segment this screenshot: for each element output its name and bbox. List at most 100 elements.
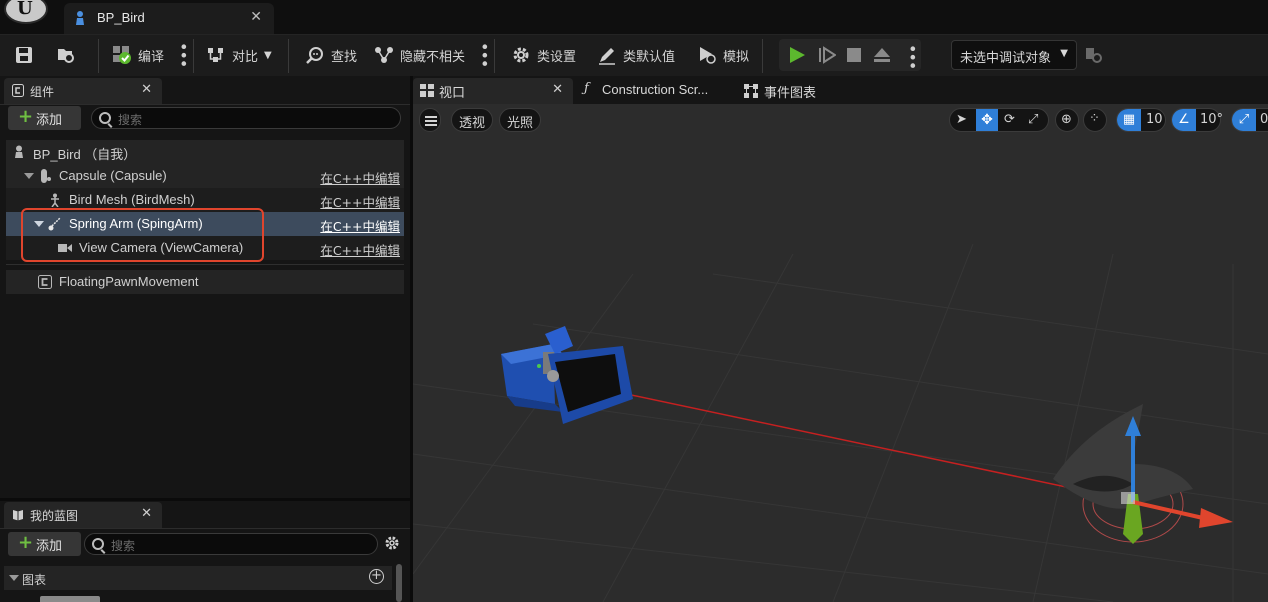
components-tab-label: 组件	[30, 85, 55, 99]
components-tab[interactable]: 组件 ✕	[4, 78, 162, 104]
my-blueprint-tab-label: 我的蓝图	[30, 509, 79, 523]
surface-snap-toggle[interactable]: ⁘	[1083, 108, 1107, 132]
hide-unrelated-button[interactable]: 隐藏不相关	[374, 35, 465, 75]
plus-icon: +	[18, 106, 34, 127]
blueprint-search-placeholder: 搜索	[111, 539, 136, 553]
close-tab-icon[interactable]: ✕	[552, 81, 563, 97]
camera-mesh-icon[interactable]	[493, 324, 643, 434]
document-tab-title: BP_Bird	[97, 10, 145, 25]
gear-icon[interactable]	[384, 535, 400, 551]
tree-row-floating-pawn-movement[interactable]: FloatingPawnMovement	[6, 270, 404, 294]
edit-in-cpp-link[interactable]: 在C++中编辑	[320, 216, 400, 235]
move-tool-icon[interactable]: ✥	[976, 109, 998, 131]
rotation-snap-group[interactable]: ∠ 10°	[1171, 108, 1223, 132]
lighting-label: 光照	[507, 116, 534, 131]
unreal-logo-icon[interactable]: U	[4, 0, 48, 24]
save-button[interactable]	[14, 35, 34, 75]
save-icon	[16, 47, 32, 63]
class-defaults-label: 类默认值	[623, 49, 676, 65]
eject-icon[interactable]	[873, 46, 891, 64]
edit-in-cpp-link[interactable]: 在C++中编辑	[320, 192, 400, 211]
add-component-button[interactable]: + 添加	[8, 106, 81, 130]
find-in-browser-icon	[58, 49, 74, 63]
blueprint-search-input[interactable]: 搜索	[84, 533, 378, 555]
grid-snap-icon: ▦	[1117, 109, 1141, 131]
simulate-icon	[700, 47, 716, 64]
tab-event-graph-label: 事件图表	[764, 85, 817, 100]
debug-filter-icon[interactable]	[1084, 45, 1104, 65]
close-panel-icon[interactable]: ✕	[141, 506, 152, 521]
skeletal-mesh-icon	[51, 193, 59, 207]
tab-viewport[interactable]: 视口 ✕	[413, 78, 573, 104]
collapse-arrow-icon[interactable]	[9, 575, 19, 581]
tree-row-capsule[interactable]: Capsule (Capsule) 在C++中编辑	[6, 164, 404, 188]
bird-mesh-with-gizmo[interactable]	[1033, 394, 1268, 564]
diff-button[interactable]: 对比 ▼	[206, 35, 272, 75]
simulate-button[interactable]: 模拟	[697, 35, 749, 75]
diff-icon	[208, 48, 223, 62]
components-search-placeholder: 搜索	[118, 113, 143, 127]
add-graph-icon[interactable]: +	[369, 569, 384, 584]
gear-icon	[513, 47, 529, 63]
compile-options-button[interactable]: •••	[174, 35, 193, 75]
event-graph-item-partial[interactable]	[40, 596, 100, 602]
close-panel-icon[interactable]: ✕	[141, 82, 152, 97]
toolbar-divider	[762, 39, 763, 73]
scrollbar-thumb[interactable]	[396, 564, 402, 602]
class-defaults-icon	[599, 48, 615, 65]
diff-label: 对比	[232, 49, 259, 65]
lighting-button[interactable]: 光照	[499, 108, 542, 132]
hide-options-button[interactable]: •••	[475, 35, 494, 75]
play-icon[interactable]	[788, 46, 806, 64]
add-member-label: 添加	[36, 539, 63, 554]
debug-object-select[interactable]: 未选中调试对象 ▼	[951, 40, 1077, 70]
close-tab-icon[interactable]: ✕	[250, 9, 262, 25]
transform-tools-group: ➤ ✥ ⟳ ⤢	[949, 108, 1049, 132]
class-settings-label: 类设置	[537, 49, 577, 65]
chevron-down-icon: ▼	[1060, 48, 1068, 59]
tab-construction-script[interactable]: ƒ Construction Scr...	[576, 78, 731, 104]
tree-row-bp-bird[interactable]: BP_Bird （自我）	[6, 140, 404, 164]
perspective-button[interactable]: 透视	[451, 108, 494, 132]
grid-snap-value: 10	[1146, 112, 1163, 127]
expand-arrow-icon[interactable]	[24, 173, 34, 179]
edit-in-cpp-link[interactable]: 在C++中编辑	[320, 168, 400, 187]
plus-icon: +	[18, 532, 34, 553]
find-icon	[306, 47, 323, 64]
pawn-icon	[15, 145, 23, 158]
add-blueprint-member-button[interactable]: + 添加	[8, 532, 81, 556]
viewport-menu-button[interactable]	[419, 108, 441, 132]
scale-tool-icon[interactable]: ⤢	[1028, 112, 1038, 127]
chevron-down-icon: ▼	[264, 49, 272, 61]
select-tool-icon[interactable]: ➤	[956, 112, 967, 127]
document-tab-bp-bird[interactable]: BP_Bird ✕	[64, 3, 274, 34]
tab-construction-script-label: Construction Scr...	[602, 82, 709, 97]
components-search-input[interactable]: 搜索	[91, 107, 401, 129]
stop-icon[interactable]	[846, 47, 862, 63]
play-options-icon[interactable]: •••	[903, 44, 922, 69]
panel-splitter[interactable]	[0, 498, 410, 501]
grid-snap-group[interactable]: ▦ 10	[1116, 108, 1166, 132]
viewport-canvas[interactable]: 透视 光照 ➤ ✥ ⟳ ⤢ ⊕ ⁘ ▦ 10 ∠ 10° ⤢ 0	[413, 104, 1268, 602]
advance-frame-icon[interactable]	[818, 46, 836, 64]
highlight-annotation-box	[21, 208, 264, 262]
world-local-toggle[interactable]: ⊕	[1055, 108, 1079, 132]
find-button[interactable]: 查找	[305, 35, 357, 75]
class-defaults-button[interactable]: 类默认值	[597, 35, 675, 75]
tab-event-graph[interactable]: 事件图表	[738, 78, 858, 104]
simulate-label: 模拟	[723, 49, 750, 65]
surface-snap-icon: ⁘	[1089, 111, 1100, 126]
compile-check-icon	[113, 46, 131, 64]
capsule-icon	[41, 169, 51, 183]
viewport-icon	[420, 84, 434, 97]
class-settings-button[interactable]: 类设置	[511, 35, 576, 75]
edit-in-cpp-link[interactable]: 在C++中编辑	[320, 240, 400, 259]
compile-label: 编译	[138, 49, 165, 65]
scale-snap-group[interactable]: ⤢ 0	[1231, 108, 1268, 132]
compile-button[interactable]: 编译	[112, 35, 164, 75]
browse-button[interactable]	[56, 35, 76, 75]
my-blueprint-tab[interactable]: 我的蓝图 ✕	[4, 502, 162, 528]
tree-row-label: Bird Mesh (BirdMesh)	[69, 192, 195, 207]
rotate-tool-icon[interactable]: ⟳	[1004, 112, 1015, 127]
graphs-section-header[interactable]: 图表 +	[4, 566, 392, 590]
